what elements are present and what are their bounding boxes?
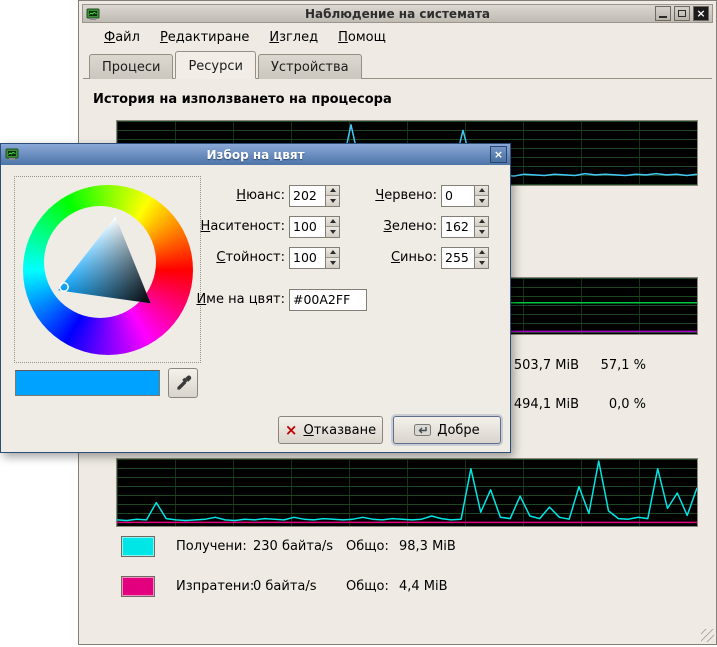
tab-devices[interactable]: Устройства <box>258 54 362 79</box>
swap-percent: 0,0 % <box>584 397 646 412</box>
received-color-swatch-button[interactable] <box>121 536 155 557</box>
maximize-icon <box>678 10 686 17</box>
color-picker-dialog: Избор на цвят × <box>0 143 511 453</box>
color-name-label: Име на цвят: <box>181 292 289 307</box>
ok-icon <box>414 423 431 437</box>
blue-spin-up-button[interactable] <box>475 248 488 259</box>
red-value[interactable]: 0 <box>442 186 474 206</box>
close-icon: × <box>696 8 705 19</box>
sent-label: Изпратени: <box>176 578 254 596</box>
maximize-button[interactable] <box>674 6 690 21</box>
dialog-titlebar[interactable]: Избор на цвят × <box>1 144 510 165</box>
cancel-button[interactable]: × Отказване <box>278 416 383 444</box>
value-spin-down-button[interactable] <box>326 258 339 268</box>
resize-grip[interactable] <box>701 629 714 642</box>
sent-color-swatch-button[interactable] <box>121 576 155 597</box>
eyedropper-icon <box>174 374 192 392</box>
hue-spin-down-button[interactable] <box>326 196 339 206</box>
eyedropper-button[interactable] <box>168 368 198 398</box>
cancel-icon: × <box>285 423 298 438</box>
dialog-close-button[interactable]: × <box>490 146 507 163</box>
memory-percent: 57,1 % <box>584 358 646 373</box>
sent-total: 4,4 MiB <box>399 578 448 596</box>
tabbar: Процеси Ресурси Устройства <box>83 51 712 79</box>
green-spinbox[interactable]: 162 <box>441 216 489 238</box>
saturation-spin-down-button[interactable] <box>326 227 339 237</box>
blue-label: Синьо: <box>356 250 441 265</box>
tab-processes[interactable]: Процеси <box>89 54 173 79</box>
hue-spin-up-button[interactable] <box>326 186 339 197</box>
network-legend-received-row: Получени: 230 байта/s Общо: 98,3 MiB <box>116 534 676 560</box>
ok-button[interactable]: Добре <box>393 416 501 444</box>
sent-rate: 0 байта/s <box>253 578 317 596</box>
value-value[interactable]: 100 <box>290 248 325 268</box>
hue-spinbox[interactable]: 202 <box>289 185 340 207</box>
dialog-body: Нюанс: 202 Наситеност: 100 Стойност: 100 <box>1 165 510 452</box>
menu-view[interactable]: Изглед <box>260 28 327 47</box>
received-total-label: Общо: <box>346 538 389 556</box>
blue-value[interactable]: 255 <box>442 248 474 268</box>
color-preview <box>15 370 160 396</box>
hsv-triangle[interactable] <box>23 185 193 355</box>
red-spinbox[interactable]: 0 <box>441 185 489 207</box>
menu-help[interactable]: Помощ <box>329 28 395 47</box>
green-spin-up-button[interactable] <box>475 217 488 228</box>
color-name-input[interactable] <box>289 289 367 311</box>
sent-total-label: Общо: <box>346 578 389 596</box>
cpu-section-title: История на използването на процесора <box>93 92 392 107</box>
saturation-spin-up-button[interactable] <box>326 217 339 228</box>
dialog-close-icon: × <box>494 149 503 160</box>
value-spinbox[interactable]: 100 <box>289 247 340 269</box>
red-spin-down-button[interactable] <box>475 196 488 206</box>
saturation-label: Наситеност: <box>181 219 289 234</box>
network-legend-sent-row: Изпратени: 0 байта/s Общо: 4,4 MiB <box>116 574 676 600</box>
hue-label: Нюанс: <box>181 188 289 203</box>
tab-resources[interactable]: Ресурси <box>175 51 256 79</box>
window-title: Наблюдение на системата <box>83 7 712 21</box>
memory-amount: 503,7 MiB <box>499 358 579 373</box>
minimize-button[interactable] <box>655 6 671 21</box>
received-total: 98,3 MiB <box>399 538 456 556</box>
network-history-chart <box>116 458 698 527</box>
menu-file[interactable]: Файл <box>95 28 149 47</box>
red-spin-up-button[interactable] <box>475 186 488 197</box>
red-label: Червено: <box>356 188 441 203</box>
main-titlebar[interactable]: Наблюдение на системата × <box>82 4 713 23</box>
value-spin-up-button[interactable] <box>326 248 339 259</box>
saturation-value[interactable]: 100 <box>290 217 325 237</box>
received-label: Получени: <box>176 538 247 556</box>
blue-spinbox[interactable]: 255 <box>441 247 489 269</box>
green-value[interactable]: 162 <box>442 217 474 237</box>
hue-value[interactable]: 202 <box>290 186 325 206</box>
menubar: Файл Редактиране Изглед Помощ <box>83 26 712 48</box>
cancel-button-label: Отказване <box>303 423 376 438</box>
value-label: Стойност: <box>181 250 289 265</box>
close-button[interactable]: × <box>693 6 709 21</box>
received-rate: 230 байта/s <box>253 538 333 556</box>
screen: Наблюдение на системата × Файл Редактира… <box>0 0 717 647</box>
color-wheel-area <box>14 176 201 363</box>
menu-edit[interactable]: Редактиране <box>151 28 258 47</box>
green-spin-down-button[interactable] <box>475 227 488 237</box>
dialog-title: Избор на цвят <box>1 148 510 162</box>
minimize-icon <box>659 16 667 18</box>
saturation-spinbox[interactable]: 100 <box>289 216 340 238</box>
swap-amount: 494,1 MiB <box>499 397 579 412</box>
green-label: Зелено: <box>356 219 441 234</box>
blue-spin-down-button[interactable] <box>475 258 488 268</box>
ok-button-label: Добре <box>437 423 479 438</box>
